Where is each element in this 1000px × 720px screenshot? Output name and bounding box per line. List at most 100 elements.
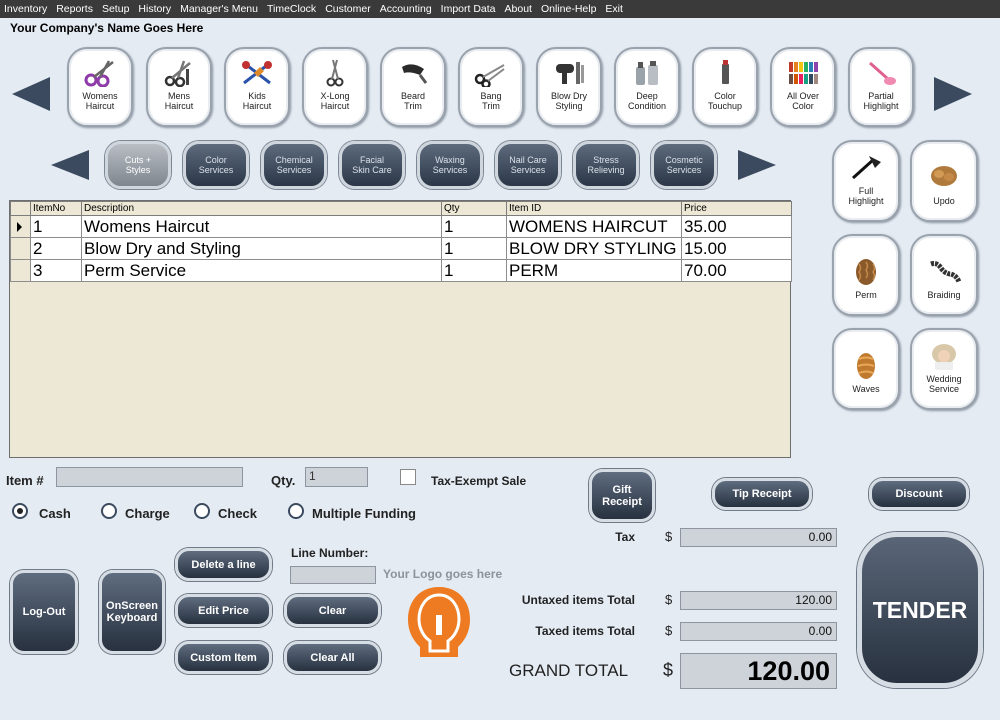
perm-hair-icon	[848, 257, 884, 287]
service-color-touchup[interactable]: Color Touchup	[692, 47, 758, 127]
service-beard-trim[interactable]: Beard Trim	[380, 47, 446, 127]
qty-input[interactable]: 1	[305, 467, 368, 487]
hair-dryer-icon	[551, 58, 587, 88]
service-bang-trim[interactable]: Bang Trim	[458, 47, 524, 127]
clear-all-button[interactable]: Clear All	[284, 641, 381, 674]
category-chemical-services[interactable]: Chemical Services	[261, 141, 327, 189]
current-row-icon	[17, 222, 22, 232]
service-blow-dry-styling[interactable]: Blow Dry Styling	[536, 47, 602, 127]
braid-icon	[926, 257, 962, 287]
foil-brush-icon	[848, 153, 884, 183]
line-number-input[interactable]	[290, 566, 376, 584]
payment-charge-radio[interactable]	[101, 503, 117, 519]
category-cuts-styles[interactable]: Cuts + Styles	[105, 141, 171, 189]
column-header-price[interactable]: Price	[681, 201, 792, 216]
payment-cash-radio[interactable]	[12, 503, 28, 519]
discount-button[interactable]: Discount	[869, 478, 969, 510]
category-cosmetic-services[interactable]: Cosmetic Services	[651, 141, 717, 189]
cell-price[interactable]: 35.00	[681, 215, 792, 238]
cell-itemno[interactable]: 3	[30, 259, 82, 282]
category-stress-relieving[interactable]: Stress Relieving	[573, 141, 639, 189]
category-color-services[interactable]: Color Services	[183, 141, 249, 189]
cell-description[interactable]: Womens Haircut	[81, 215, 442, 238]
menu-managers[interactable]: Manager's Menu	[180, 3, 258, 15]
menu-timeclock[interactable]: TimeClock	[267, 3, 316, 15]
delete-line-button[interactable]: Delete a line	[175, 548, 272, 581]
tax-exempt-checkbox[interactable]	[400, 469, 416, 485]
menu-bar: Inventory Reports Setup History Manager'…	[0, 0, 1000, 18]
menu-exit[interactable]: Exit	[605, 3, 623, 15]
long-scissors-icon	[317, 58, 353, 88]
service-full-highlight[interactable]: Full Highlight	[832, 140, 900, 222]
untaxed-total-value: 120.00	[680, 591, 837, 610]
cell-price[interactable]: 15.00	[681, 237, 792, 260]
service-updo[interactable]: Updo	[910, 140, 978, 222]
menu-online-help[interactable]: Online-Help	[541, 3, 596, 15]
cell-qty[interactable]: 1	[441, 215, 507, 238]
service-womens-haircut[interactable]: Womens Haircut	[67, 47, 133, 127]
payment-cash-label: Cash	[39, 506, 71, 521]
cell-description[interactable]: Perm Service	[81, 259, 442, 282]
category-facial-skin-care[interactable]: Facial Skin Care	[339, 141, 405, 189]
tip-receipt-button[interactable]: Tip Receipt	[712, 478, 812, 510]
row-selector[interactable]	[10, 259, 31, 282]
table-row[interactable]: 3 Perm Service 1 PERM 70.00	[10, 259, 792, 282]
logout-button[interactable]: Log-Out	[10, 570, 78, 654]
menu-import-data[interactable]: Import Data	[441, 3, 496, 15]
service-partial-highlight[interactable]: Partial Highlight	[848, 47, 914, 127]
tender-button[interactable]: TENDER	[857, 532, 983, 688]
menu-history[interactable]: History	[138, 3, 171, 15]
column-header-qty[interactable]: Qty	[441, 201, 507, 216]
services-next-arrow-icon[interactable]	[934, 77, 972, 111]
cell-price[interactable]: 70.00	[681, 259, 792, 282]
cell-item-id[interactable]: WOMENS HAIRCUT	[506, 215, 682, 238]
cell-item-id[interactable]: BLOW DRY STYLING	[506, 237, 682, 260]
cell-qty[interactable]: 1	[441, 259, 507, 282]
service-kids-haircut[interactable]: Kids Haircut	[224, 47, 290, 127]
menu-accounting[interactable]: Accounting	[380, 3, 432, 15]
menu-reports[interactable]: Reports	[56, 3, 93, 15]
gift-receipt-button[interactable]: Gift Receipt	[589, 469, 655, 522]
menu-setup[interactable]: Setup	[102, 3, 129, 15]
clear-button[interactable]: Clear	[284, 594, 381, 627]
menu-inventory[interactable]: Inventory	[4, 3, 47, 15]
column-header-description[interactable]: Description	[81, 201, 442, 216]
categories-prev-arrow-icon[interactable]	[51, 150, 89, 180]
line-number-label: Line Number:	[291, 546, 369, 560]
service-wedding[interactable]: Wedding Service	[910, 328, 978, 410]
cell-itemno[interactable]: 2	[30, 237, 82, 260]
cell-qty[interactable]: 1	[441, 237, 507, 260]
service-perm[interactable]: Perm	[832, 234, 900, 316]
payment-multiple-radio[interactable]	[288, 503, 304, 519]
menu-about[interactable]: About	[505, 3, 532, 15]
service-all-over-color[interactable]: All Over Color	[770, 47, 836, 127]
service-xlong-haircut[interactable]: X-Long Haircut	[302, 47, 368, 127]
table-row[interactable]: 2 Blow Dry and Styling 1 BLOW DRY STYLIN…	[10, 237, 792, 260]
service-braiding[interactable]: Braiding	[910, 234, 978, 316]
custom-item-button[interactable]: Custom Item	[175, 641, 272, 674]
cell-description[interactable]: Blow Dry and Styling	[81, 237, 442, 260]
category-waxing-services[interactable]: Waxing Services	[417, 141, 483, 189]
service-deep-condition[interactable]: Deep Condition	[614, 47, 680, 127]
categories-next-arrow-icon[interactable]	[738, 150, 776, 180]
row-selector[interactable]	[10, 237, 31, 260]
highlight-brush-icon	[863, 58, 899, 88]
cell-itemno[interactable]: 1	[30, 215, 82, 238]
table-row[interactable]: 1 Womens Haircut 1 WOMENS HAIRCUT 35.00	[10, 215, 792, 238]
menu-customer[interactable]: Customer	[325, 3, 371, 15]
cell-item-id[interactable]: PERM	[506, 259, 682, 282]
edit-price-button[interactable]: Edit Price	[175, 594, 272, 627]
grand-total-currency: $	[663, 660, 674, 680]
items-grid[interactable]: ItemNo Description Qty Item ID Price 1 W…	[9, 200, 792, 458]
services-prev-arrow-icon[interactable]	[12, 77, 50, 111]
payment-check-radio[interactable]	[194, 503, 210, 519]
service-mens-haircut[interactable]: Mens Haircut	[146, 47, 212, 127]
items-table: ItemNo Description Qty Item ID Price 1 W…	[10, 201, 792, 282]
column-header-itemno[interactable]: ItemNo	[30, 201, 82, 216]
onscreen-keyboard-button[interactable]: OnScreen Keyboard	[99, 570, 165, 654]
row-selector[interactable]	[10, 215, 31, 238]
service-waves[interactable]: Waves	[832, 328, 900, 410]
category-nail-care-services[interactable]: Nail Care Services	[495, 141, 561, 189]
column-header-item-id[interactable]: Item ID	[506, 201, 682, 216]
item-number-input[interactable]	[56, 467, 243, 487]
